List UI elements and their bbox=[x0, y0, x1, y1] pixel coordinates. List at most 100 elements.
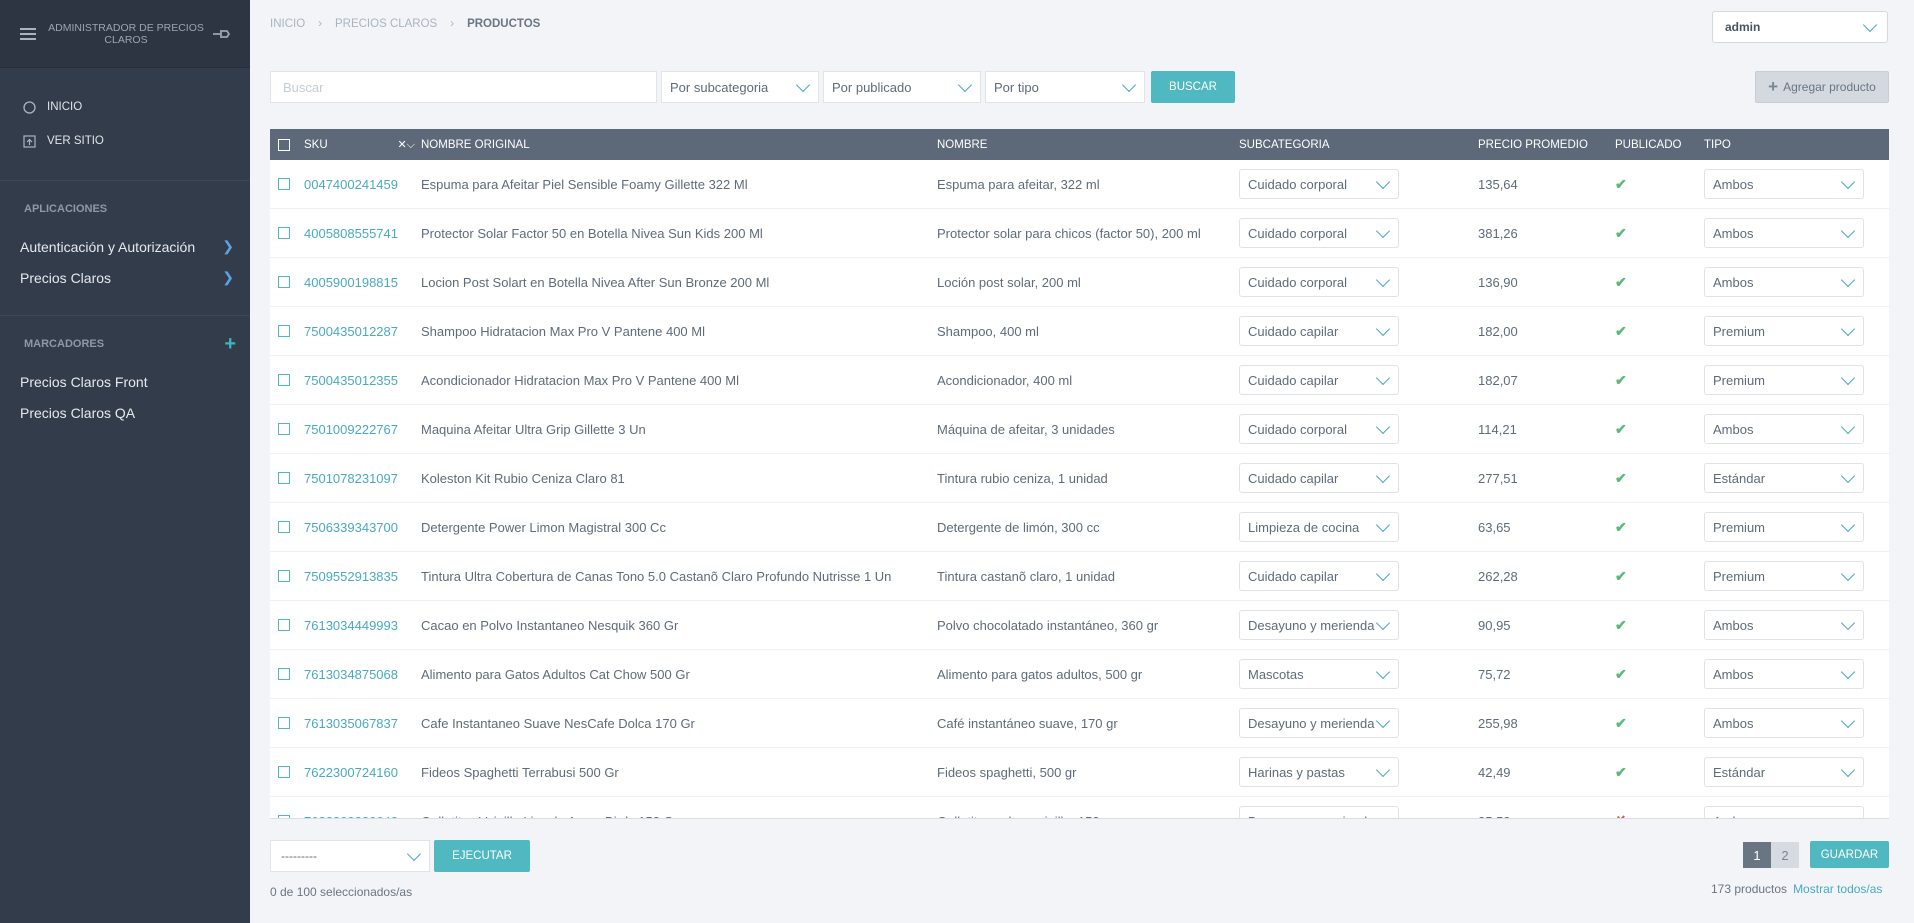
subcategory-filter[interactable]: Por subcategoria bbox=[661, 71, 819, 103]
row-checkbox[interactable] bbox=[278, 668, 290, 680]
avg-price-cell: 90,95 bbox=[1478, 617, 1511, 633]
sku-link[interactable]: 7500435012287 bbox=[304, 324, 398, 339]
sku-link[interactable]: 4005808555741 bbox=[304, 226, 398, 241]
sku-link[interactable]: 7613034449993 bbox=[304, 618, 398, 633]
add-product-button[interactable]: + Agregar producto bbox=[1755, 71, 1889, 103]
breadcrumb-inicio[interactable]: INICIO bbox=[270, 18, 305, 30]
page-2-button[interactable]: 2 bbox=[1771, 842, 1799, 868]
row-checkbox[interactable] bbox=[278, 325, 290, 337]
filter-bar: Por subcategoria Por publicado Por tipo … bbox=[270, 71, 1235, 103]
row-checkbox[interactable] bbox=[278, 374, 290, 386]
sku-link[interactable]: 7613035067837 bbox=[304, 716, 398, 731]
type-select[interactable]: Premium bbox=[1704, 365, 1864, 395]
sku-link[interactable]: 7509552913835 bbox=[304, 569, 398, 584]
sku-link[interactable]: 7501078231097 bbox=[304, 471, 398, 486]
sku-link[interactable]: 0047400241459 bbox=[304, 177, 398, 192]
sidebar-link-inicio[interactable]: INICIO bbox=[0, 90, 250, 124]
header-subcategory[interactable]: SUBCATEGORIA bbox=[1239, 139, 1478, 151]
subcategory-select[interactable]: Desayuno y merienda bbox=[1239, 610, 1399, 640]
row-checkbox[interactable] bbox=[278, 619, 290, 631]
execute-button[interactable]: EJECUTAR bbox=[434, 840, 530, 872]
header-published[interactable]: PUBLICADO bbox=[1615, 139, 1704, 151]
table-row: 7613034875068 Alimento para Gatos Adultos… bbox=[270, 650, 1889, 699]
type-select[interactable]: Premium bbox=[1704, 512, 1864, 542]
sidebar-item-auth[interactable]: Autenticación y Autorización ❯ bbox=[0, 231, 250, 262]
subcategory-select[interactable]: Cuidado capilar bbox=[1239, 365, 1399, 395]
bookmark-qa[interactable]: Precios Claros QA bbox=[0, 397, 250, 428]
published-filter[interactable]: Por publicado bbox=[823, 71, 981, 103]
subcategory-select[interactable]: Cuidado capilar bbox=[1239, 561, 1399, 591]
row-checkbox[interactable] bbox=[278, 423, 290, 435]
row-checkbox[interactable] bbox=[278, 472, 290, 484]
row-checkbox[interactable] bbox=[278, 276, 290, 288]
sku-link[interactable]: 4005900198815 bbox=[304, 275, 398, 290]
bookmark-front[interactable]: Precios Claros Front bbox=[0, 366, 250, 397]
sku-link[interactable]: 7500435012355 bbox=[304, 373, 398, 388]
user-menu[interactable]: admin bbox=[1712, 11, 1888, 43]
sku-link[interactable]: 7613034875068 bbox=[304, 667, 398, 682]
type-filter[interactable]: Por tipo bbox=[985, 71, 1145, 103]
row-checkbox[interactable] bbox=[278, 178, 290, 190]
row-checkbox[interactable] bbox=[278, 717, 290, 729]
subcategory-select[interactable]: Cuidado corporal bbox=[1239, 414, 1399, 444]
row-checkbox[interactable] bbox=[278, 521, 290, 533]
pin-icon[interactable] bbox=[212, 27, 230, 41]
select-all-checkbox[interactable] bbox=[278, 138, 290, 151]
show-all-link[interactable]: Mostrar todos/as bbox=[1793, 882, 1882, 896]
header-sku[interactable]: SKU bbox=[304, 139, 328, 151]
type-select[interactable]: Ambos bbox=[1704, 267, 1864, 297]
save-button[interactable]: GUARDAR bbox=[1810, 841, 1889, 868]
subcategory-select[interactable]: Limpieza de cocina bbox=[1239, 512, 1399, 542]
row-checkbox[interactable] bbox=[278, 570, 290, 582]
menu-icon[interactable] bbox=[20, 27, 36, 40]
search-input[interactable] bbox=[270, 71, 657, 103]
page-1-button[interactable]: 1 bbox=[1743, 842, 1771, 868]
subcategory-select[interactable]: Cuidado corporal bbox=[1239, 218, 1399, 248]
sidebar-item-label: Autenticación y Autorización bbox=[20, 238, 196, 255]
sku-link[interactable]: 7622300820642 bbox=[304, 814, 398, 819]
table-row: 7509552913835 Tintura Ultra Cobertura de … bbox=[270, 552, 1889, 601]
sku-link[interactable]: 7501009222767 bbox=[304, 422, 398, 437]
header-avg-price[interactable]: PRECIO PROMEDIO bbox=[1478, 139, 1615, 151]
main-content: INICIO › PRECIOS CLAROS › PRODUCTOS admi… bbox=[250, 0, 1914, 923]
type-select[interactable]: Ambos bbox=[1704, 610, 1864, 640]
breadcrumb-precios-claros[interactable]: PRECIOS CLAROS bbox=[335, 18, 437, 30]
type-select[interactable]: Premium bbox=[1704, 561, 1864, 591]
type-select[interactable]: Ambos bbox=[1704, 169, 1864, 199]
type-select[interactable]: Ambos bbox=[1704, 659, 1864, 689]
subcategory-select[interactable]: Cuidado capilar bbox=[1239, 316, 1399, 346]
type-select[interactable]: Estándar bbox=[1704, 757, 1864, 787]
sidebar-item-precios-claros[interactable]: Precios Claros ❯ bbox=[0, 262, 250, 293]
header-name[interactable]: NOMBRE bbox=[937, 139, 1239, 151]
subcategory-select[interactable]: Desayuno y merienda bbox=[1239, 708, 1399, 738]
subcategory-select[interactable]: Desayuno y merienda bbox=[1239, 806, 1399, 818]
subcategory-select[interactable]: Harinas y pastas bbox=[1239, 757, 1399, 787]
chevron-down-icon bbox=[1840, 762, 1856, 777]
published-check-icon: ✔ bbox=[1615, 322, 1627, 339]
row-checkbox[interactable] bbox=[278, 766, 290, 778]
pagination: 1 2 bbox=[1743, 842, 1799, 868]
subcategory-select[interactable]: Cuidado corporal bbox=[1239, 267, 1399, 297]
header-type[interactable]: TIPO bbox=[1704, 139, 1889, 151]
avg-price-cell: 381,26 bbox=[1478, 225, 1518, 241]
type-select[interactable]: Premium bbox=[1704, 316, 1864, 346]
sort-clear-icon[interactable]: ✕⌵ bbox=[397, 138, 415, 152]
type-select[interactable]: Ambos bbox=[1704, 708, 1864, 738]
type-select[interactable]: Ambos bbox=[1704, 218, 1864, 248]
header-original-name[interactable]: NOMBRE ORIGINAL bbox=[421, 139, 937, 151]
sku-link[interactable]: 7506339343700 bbox=[304, 520, 398, 535]
subcategory-select[interactable]: Mascotas bbox=[1239, 659, 1399, 689]
row-checkbox[interactable] bbox=[278, 815, 290, 818]
row-checkbox[interactable] bbox=[278, 227, 290, 239]
type-select[interactable]: Estándar bbox=[1704, 463, 1864, 493]
add-bookmark-icon[interactable]: + bbox=[224, 334, 236, 354]
sku-link[interactable]: 7622300724160 bbox=[304, 765, 398, 780]
sidebar-link-ver-sitio[interactable]: VER SITIO bbox=[0, 124, 250, 158]
action-select[interactable]: --------- bbox=[270, 840, 430, 872]
type-select[interactable]: Ambos bbox=[1704, 414, 1864, 444]
subcategory-select[interactable]: Cuidado capilar bbox=[1239, 463, 1399, 493]
products-table: SKU ✕⌵ NOMBRE ORIGINAL NOMBRE SUBCATEGORI… bbox=[270, 129, 1889, 819]
search-button[interactable]: BUSCAR bbox=[1151, 71, 1235, 103]
subcategory-select[interactable]: Cuidado corporal bbox=[1239, 169, 1399, 199]
type-select[interactable]: Ambos bbox=[1704, 806, 1864, 818]
